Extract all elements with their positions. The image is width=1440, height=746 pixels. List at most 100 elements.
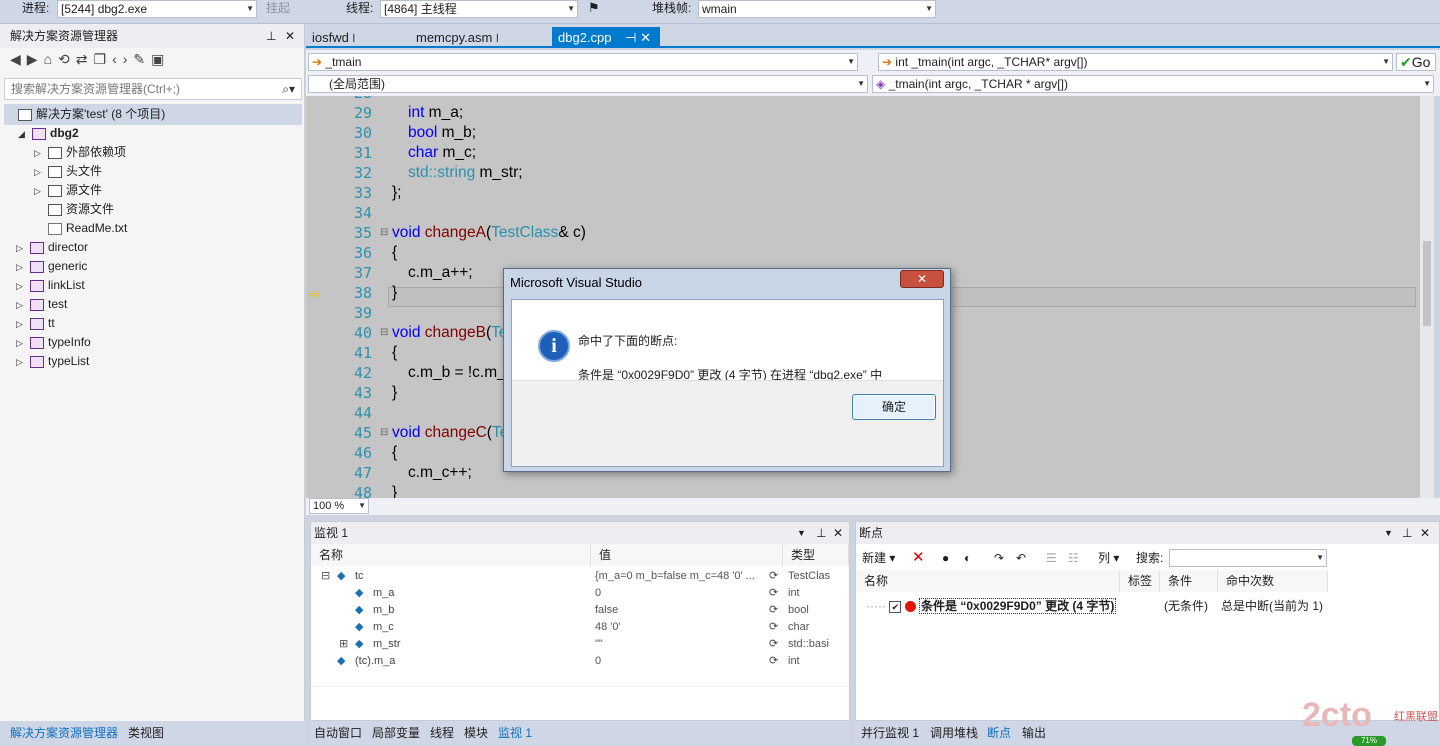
close-icon[interactable]: ✕	[1420, 522, 1430, 544]
import-icon[interactable]: ☰	[1046, 546, 1057, 570]
tree-item-headers[interactable]: ▷ 头文件	[34, 162, 102, 181]
view-code-icon[interactable]: ‹›	[112, 51, 133, 67]
tab-watch1[interactable]: 监视 1	[498, 721, 532, 746]
breakpoint-checkbox[interactable]: ✔	[889, 600, 902, 613]
refresh-icon[interactable]: ⇄	[76, 51, 94, 67]
collapsed-arrow-icon[interactable]: ▷	[16, 315, 30, 334]
watch-col-type[interactable]: 类型	[783, 544, 849, 566]
forward-icon[interactable]: ▶	[27, 51, 44, 67]
breakpoint-search-input[interactable]: ▼	[1169, 549, 1327, 567]
watch-row[interactable]: ⊟ ◆ tc {m_a=0 m_b=false m_c=48 '0' ... ⟳ Test…	[311, 568, 849, 585]
collapsed-arrow-icon[interactable]: ▷	[16, 277, 30, 296]
se-search-input[interactable]: 搜索解决方案资源管理器(Ctrl+;) ⌕▾	[4, 78, 302, 100]
watch-col-value[interactable]: 值	[591, 544, 783, 566]
goto-disasm-icon[interactable]: ↶	[1016, 546, 1026, 570]
process-combo[interactable]: [5244] dbg2.exe ▼	[57, 0, 257, 18]
tab-call-stack[interactable]: 调用堆栈	[930, 721, 978, 746]
watch-row[interactable]: ⊞ ◆ m_str "" ⟳ std::basi	[311, 636, 849, 653]
tab-iosfwd[interactable]: iosfwd ꟾ	[306, 27, 410, 48]
tree-item-resources[interactable]: 资源文件	[48, 200, 114, 219]
watch-row[interactable]: ◆ m_c 48 '0' ⟳ char	[311, 619, 849, 636]
ok-button[interactable]: 确定	[852, 394, 936, 420]
collapsed-arrow-icon[interactable]: ▷	[16, 296, 30, 315]
toggle-all-icon[interactable]: ◐	[964, 546, 971, 570]
close-icon[interactable]: ✕	[285, 24, 295, 48]
pin-icon[interactable]: ⊥	[816, 522, 826, 544]
close-icon[interactable]: ✕	[833, 522, 843, 544]
editor-scrollbar[interactable]	[1420, 96, 1434, 498]
suspend-button[interactable]: 挂起	[266, 0, 290, 16]
refresh-icon[interactable]: ⟳	[769, 636, 778, 653]
pin-icon[interactable]: ꟾ	[352, 34, 355, 44]
tree-item-linklist[interactable]: ▷ linkList	[16, 276, 85, 295]
goto-source-icon[interactable]: ↷	[994, 546, 1004, 570]
collapsed-arrow-icon[interactable]: ▷	[16, 353, 30, 372]
tab-modules[interactable]: 模块	[464, 721, 488, 746]
tab-threads[interactable]: 线程	[430, 721, 454, 746]
watch-col-name[interactable]: 名称	[311, 544, 591, 566]
tree-item-director[interactable]: ▷ director	[16, 238, 88, 257]
watch-empty-row[interactable]	[311, 670, 849, 687]
collapse-icon[interactable]: ❐	[94, 51, 113, 67]
properties-icon[interactable]: ✎	[133, 51, 151, 67]
collapse-icon[interactable]: ⊟	[380, 427, 388, 438]
tree-item-typeinfo[interactable]: ▷ typeInfo	[16, 333, 91, 352]
tab-output[interactable]: 输出	[1022, 721, 1046, 746]
tree-item-test[interactable]: ▷ test	[16, 295, 67, 314]
watch-row[interactable]: ◆ m_b false ⟳ bool	[311, 602, 849, 619]
chevron-down-icon[interactable]: ▼	[1384, 522, 1393, 544]
pin-icon[interactable]: ⊣	[625, 30, 636, 45]
go-button[interactable]: ✔Go	[1396, 53, 1436, 71]
scope-left-combo[interactable]: (全局范围) ▼	[308, 75, 868, 93]
stack-frame-combo[interactable]: wmain ▼	[698, 0, 936, 18]
refresh-icon[interactable]: ⟳	[769, 619, 778, 636]
dialog-close-button[interactable]: ✕	[900, 270, 944, 288]
tab-memcpy[interactable]: memcpy.asm ꟾ	[410, 27, 548, 48]
tab-breakpoints[interactable]: 断点	[987, 721, 1011, 746]
flag-thread-icon[interactable]: ⚑	[588, 0, 600, 16]
thread-combo[interactable]: [4864] 主线程 ▼	[380, 0, 578, 18]
tree-item-sources[interactable]: ▷ 源文件	[34, 181, 102, 200]
zoom-combo[interactable]: 100 % ▼	[309, 498, 369, 514]
tree-item-tt[interactable]: ▷ tt	[16, 314, 55, 333]
collapsed-arrow-icon[interactable]: ▷	[34, 182, 48, 201]
expander-icon[interactable]: ⊟	[321, 568, 330, 585]
delete-all-icon[interactable]: ●	[942, 546, 949, 570]
tree-item-deps[interactable]: ▷ 外部依赖项	[34, 143, 126, 162]
refresh-icon[interactable]: ⟳	[769, 585, 778, 602]
bp-col-hit[interactable]: 命中次数	[1218, 570, 1328, 592]
tab-parallel-watch[interactable]: 并行监视 1	[861, 721, 919, 746]
expanded-arrow-icon[interactable]: ◢	[18, 125, 32, 144]
new-breakpoint-button[interactable]: 新建 ▾	[862, 546, 895, 570]
tree-item-readme[interactable]: ReadMe.txt	[48, 219, 127, 238]
scrollbar-thumb[interactable]	[1423, 241, 1431, 326]
nav-left-combo[interactable]: ➔ _tmain ▼	[308, 53, 858, 71]
tab-solution-explorer[interactable]: 解决方案资源管理器	[10, 721, 118, 746]
preview-icon[interactable]: ▣	[151, 51, 170, 67]
delete-icon[interactable]: ✕	[912, 546, 925, 570]
tab-autos[interactable]: 自动窗口	[314, 721, 362, 746]
pin-icon[interactable]: ⊥	[266, 24, 276, 48]
bp-col-name[interactable]: 名称	[856, 570, 1120, 592]
close-icon[interactable]: ✕	[640, 30, 651, 45]
home-icon[interactable]: ⌂	[44, 51, 58, 67]
collapsed-arrow-icon[interactable]: ▷	[16, 258, 30, 277]
watch-row[interactable]: ◆ (tc).m_a 0 ⟳ int	[311, 653, 849, 670]
columns-button[interactable]: 列 ▾	[1098, 546, 1119, 570]
back-icon[interactable]: ◀	[10, 51, 27, 67]
bp-col-cond[interactable]: 条件	[1160, 570, 1218, 592]
scope-right-combo[interactable]: ◈ _tmain(int argc, _TCHAR * argv[]) ▼	[872, 75, 1434, 93]
breakpoint-row[interactable]: ····· ✔ 条件是 “0x0029F9D0” 更改 (4 字节)	[866, 596, 1117, 616]
collapsed-arrow-icon[interactable]: ▷	[16, 334, 30, 353]
export-icon[interactable]: ☷	[1068, 546, 1079, 570]
chevron-down-icon[interactable]: ▼	[797, 522, 806, 544]
tree-item-typelist[interactable]: ▷ typeList	[16, 352, 89, 371]
collapse-icon[interactable]: ⊟	[380, 227, 388, 238]
tree-item-dbg2[interactable]: ◢ dbg2	[18, 124, 79, 143]
collapsed-arrow-icon[interactable]: ▷	[34, 163, 48, 182]
pin-icon[interactable]: ꟾ	[496, 34, 499, 44]
tree-item-generic[interactable]: ▷ generic	[16, 257, 87, 276]
refresh-icon[interactable]: ⟳	[769, 653, 778, 670]
sync-icon[interactable]: ⟲	[58, 51, 76, 67]
collapsed-arrow-icon[interactable]: ▷	[34, 144, 48, 163]
